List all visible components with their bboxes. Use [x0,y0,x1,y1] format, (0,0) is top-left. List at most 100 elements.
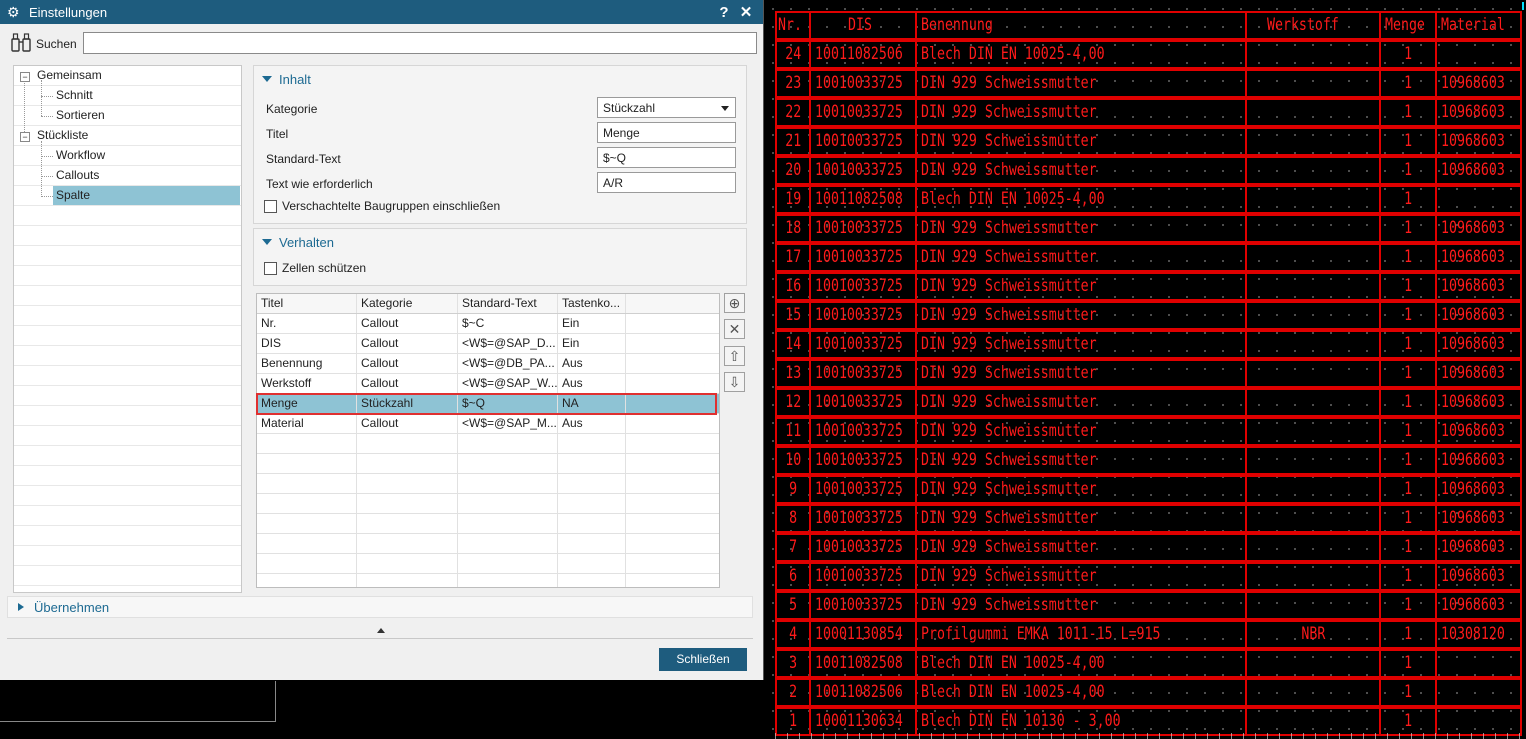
empty-row[interactable] [257,494,719,514]
table-cell[interactable]: Callout [357,374,458,393]
table-cell[interactable]: Werkstoff [257,374,357,393]
erforderlich-field[interactable]: A/R [597,172,736,193]
table-cell[interactable] [257,434,357,453]
table-cell[interactable]: <W$=@SAP_D... [458,334,558,353]
collapse-icon[interactable] [377,628,385,633]
titel-field[interactable]: Menge [597,122,736,143]
column-header[interactable]: Standard-Text [458,294,558,313]
empty-row[interactable] [257,534,719,554]
table-cell[interactable] [357,474,458,493]
table-cell[interactable] [357,494,458,513]
table-cell[interactable] [558,554,626,573]
tree-item-stueckliste[interactable]: Stückliste [34,126,91,145]
bom-row[interactable]: 15 10010033725 DIN 929 Schweissmutter 1 1096… [775,301,1522,330]
table-row[interactable]: DIS Callout <W$=@SAP_D... Ein [257,334,719,354]
protect-cells-checkbox[interactable] [264,262,277,275]
bom-row[interactable]: 22 10010033725 DIN 929 Schweissmutter 1 1096… [775,98,1522,127]
search-input[interactable] [83,32,757,54]
table-cell[interactable] [357,574,458,587]
tree-item-workflow[interactable]: Workflow [53,146,108,165]
table-cell[interactable] [558,494,626,513]
table-cell[interactable] [257,514,357,533]
table-cell[interactable]: <W$=@SAP_W... [458,374,558,393]
table-cell[interactable] [558,454,626,473]
table-cell[interactable]: Ein [558,314,626,333]
table-cell[interactable]: $~Q [458,394,558,413]
column-header[interactable]: Kategorie [357,294,458,313]
table-cell[interactable] [257,574,357,587]
tree-item-sortieren[interactable]: Sortieren [53,106,108,125]
collapse-icon[interactable]: − [20,72,30,82]
table-cell[interactable]: Menge [257,394,357,413]
standard-text-field[interactable]: $~Q [597,147,736,168]
table-cell[interactable]: Aus [558,354,626,373]
table-cell[interactable] [458,454,558,473]
table-cell[interactable] [558,434,626,453]
bom-row[interactable]: 12 10010033725 DIN 929 Schweissmutter 1 1096… [775,388,1522,417]
bom-row[interactable]: 8 10010033725 DIN 929 Schweissmutter 1 10968… [775,504,1522,533]
table-cell[interactable] [257,474,357,493]
table-cell[interactable] [257,554,357,573]
tree-item-spalte[interactable]: Spalte [53,186,240,205]
table-cell[interactable]: NA [558,394,626,413]
table-cell[interactable] [357,534,458,553]
close-icon[interactable]: ✕ [735,3,757,21]
bom-row[interactable]: 21 10010033725 DIN 929 Schweissmutter 1 1096… [775,127,1522,156]
tree-item-schnitt[interactable]: Schnitt [53,86,96,105]
empty-row[interactable] [257,554,719,574]
table-cell[interactable]: Ein [558,334,626,353]
bom-row[interactable]: 20 10010033725 DIN 929 Schweissmutter 1 1096… [775,156,1522,185]
bom-row[interactable]: 4 10001130854 Profilgummi EMKA 1011-15 L=9… [775,620,1522,649]
table-cell[interactable] [558,514,626,533]
bom-row[interactable]: 23 10010033725 DIN 929 Schweissmutter 1 1096… [775,69,1522,98]
column-header[interactable]: Titel [257,294,357,313]
table-cell[interactable] [357,434,458,453]
table-cell[interactable] [357,554,458,573]
bom-row[interactable]: 1 10001130634 Blech DIN EN 10130 - 3,00 1 [775,707,1522,736]
bom-row[interactable]: 3 10011082508 Blech DIN EN 10025-4,00 1 [775,649,1522,678]
verhalten-header[interactable]: Verhalten [262,235,334,250]
table-cell[interactable]: Callout [357,314,458,333]
empty-row[interactable] [257,434,719,454]
table-cell[interactable] [257,534,357,553]
move-down-icon[interactable]: ⇩ [724,372,745,392]
delete-icon[interactable]: ✕ [724,319,745,339]
table-row[interactable]: Benennung Callout <W$=@DB_PA... Aus [257,354,719,374]
table-cell[interactable] [357,514,458,533]
bom-row[interactable]: 18 10010033725 DIN 929 Schweissmutter 1 1096… [775,214,1522,243]
table-cell[interactable] [558,534,626,553]
table-cell[interactable]: Aus [558,374,626,393]
table-cell[interactable]: <W$=@SAP_M... [458,414,558,433]
bom-row[interactable]: 16 10010033725 DIN 929 Schweissmutter 1 1096… [775,272,1522,301]
table-cell[interactable]: Callout [357,354,458,373]
help-icon[interactable]: ? [713,4,735,21]
bom-row[interactable]: 14 10010033725 DIN 929 Schweissmutter 1 1096… [775,330,1522,359]
tree-item-callouts[interactable]: Callouts [53,166,102,185]
table-row[interactable]: Menge Stückzahl $~Q NA [257,394,719,414]
bom-row[interactable]: 5 10010033725 DIN 929 Schweissmutter 1 10968… [775,591,1522,620]
table-cell[interactable]: <W$=@DB_PA... [458,354,558,373]
table-cell[interactable] [458,514,558,533]
table-cell[interactable] [458,534,558,553]
bom-row[interactable]: 7 10010033725 DIN 929 Schweissmutter 1 10968… [775,533,1522,562]
empty-row[interactable] [257,574,719,587]
bom-row[interactable]: 24 10011082506 Blech DIN EN 10025-4,00 1 [775,40,1522,69]
empty-row[interactable] [257,454,719,474]
collapse-icon[interactable]: − [20,132,30,142]
table-cell[interactable]: Aus [558,414,626,433]
bom-table[interactable]: Nr. DIS Benennung Werkstoff Menge Materi… [775,11,1526,739]
bom-row[interactable]: 9 10010033725 DIN 929 Schweissmutter 1 10968… [775,475,1522,504]
tree-item-gemeinsam[interactable]: Gemeinsam [34,66,105,85]
column-header[interactable]: Tastenko... [558,294,626,313]
empty-row[interactable] [257,514,719,534]
table-cell[interactable] [458,494,558,513]
kategorie-select[interactable]: Stückzahl [597,97,736,118]
nested-assemblies-checkbox[interactable] [264,200,277,213]
bom-row[interactable]: 2 10011082506 Blech DIN EN 10025-4,00 1 [775,678,1522,707]
move-up-icon[interactable]: ⇧ [724,346,745,366]
table-cell[interactable] [558,574,626,587]
table-cell[interactable] [357,454,458,473]
empty-row[interactable] [257,474,719,494]
bom-row[interactable]: 17 10010033725 DIN 929 Schweissmutter 1 1096… [775,243,1522,272]
table-cell[interactable] [458,474,558,493]
